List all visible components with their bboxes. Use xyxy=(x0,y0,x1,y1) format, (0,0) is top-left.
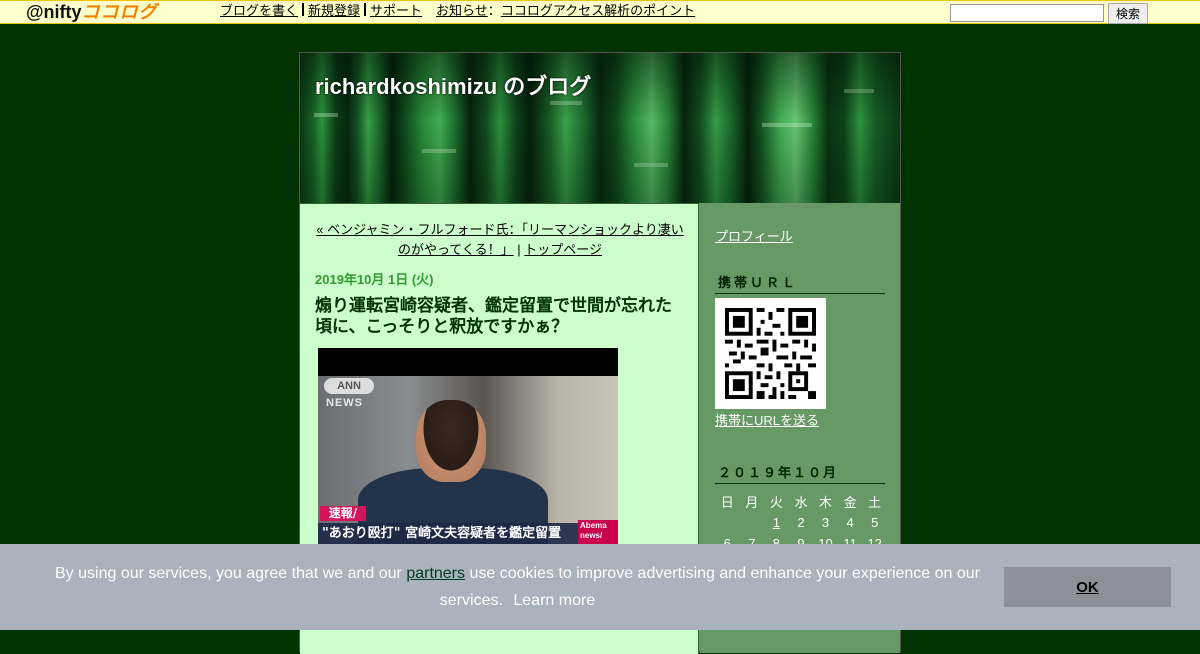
register-link[interactable]: 新規登録 xyxy=(308,3,360,18)
calendar-day: 3 xyxy=(821,515,830,530)
calendar-heading: ２０１９年１０月 xyxy=(715,462,885,484)
calendar-day xyxy=(715,512,740,533)
partners-link[interactable]: partners xyxy=(406,565,465,582)
calendar-day xyxy=(740,512,765,533)
entry-navigation: « ベンジャミン・フルフォード氏：「リーマンショックより凄いのがやってくる！」 … xyxy=(315,220,685,260)
news-colon: ： xyxy=(487,3,501,18)
cookie-consent-banner: By using our services, you agree that we… xyxy=(0,544,1200,630)
logo-brand: ココログ xyxy=(81,2,158,22)
support-link[interactable]: サポート xyxy=(370,3,422,18)
news-caption: "あおり殴打" 宮崎文夫容疑者を鑑定留置 xyxy=(318,523,618,545)
previous-entry-link[interactable]: « ベンジャミン・フルフォード氏：「リーマンショックより凄いのがやってくる！」 xyxy=(316,222,683,257)
bamboo-banner: richardkoshimizu のブログ xyxy=(300,53,900,203)
weekday-tue: 火 xyxy=(769,495,783,510)
calendar-week: 1 2 3 4 5 xyxy=(715,512,887,533)
search-input[interactable] xyxy=(950,4,1104,22)
weekday-mon: 月 xyxy=(745,495,759,510)
calendar-day[interactable]: 1 xyxy=(764,512,789,533)
weekday-sun: 日 xyxy=(720,495,734,510)
write-blog-link[interactable]: ブログを書く xyxy=(220,3,298,18)
nav-divider xyxy=(302,3,305,16)
learn-more-link[interactable]: Learn more xyxy=(513,592,595,609)
mobile-url-heading: 携帯ＵＲＬ xyxy=(715,272,885,294)
abema-news-logo: Abema news/ xyxy=(578,520,618,544)
news-screenshot-image[interactable]: ANN NEWS 速報/ "あおり殴打" 宮崎文夫容疑者を鑑定留置 Abema … xyxy=(318,348,618,548)
calendar-day-link[interactable]: 1 xyxy=(773,515,780,530)
news-link[interactable]: ココログアクセス解析のポイント xyxy=(501,3,695,18)
weekday-wed: 水 xyxy=(794,495,808,510)
top-bar: @niftyココログ ブログを書く 新規登録 サポート お知らせ：ココログアクセス解析… xyxy=(0,0,1200,24)
blog-title[interactable]: richardkoshimizu のブログ xyxy=(315,69,591,101)
top-nav: ブログを書く 新規登録 サポート お知らせ：ココログアクセス解析のポイント xyxy=(220,3,695,19)
news-logo-text: NEWS xyxy=(326,397,363,409)
cookie-message: By using our services, you agree that we… xyxy=(40,560,995,614)
cookie-ok-button[interactable]: OK xyxy=(1004,567,1171,607)
qr-code-icon xyxy=(725,308,816,399)
qr-code xyxy=(715,298,826,409)
weekday-thu: 木 xyxy=(819,495,833,510)
search-button[interactable]: 検索 xyxy=(1108,3,1148,24)
ann-logo: ANN xyxy=(324,378,374,394)
calendar-day: 2 xyxy=(797,515,805,530)
calendar-weekdays: 日 月 火 水 木 金 土 xyxy=(715,491,887,512)
breaking-news-tag: 速報/ xyxy=(320,506,366,521)
weekday-fri: 金 xyxy=(843,495,857,510)
logo-prefix: @nifty xyxy=(26,2,82,22)
nifty-cocolog-logo[interactable]: @niftyココログ xyxy=(26,2,158,22)
calendar-day: 5 xyxy=(871,515,879,530)
cookie-text-before: By using our services, you agree that we… xyxy=(55,565,402,582)
profile-link[interactable]: プロフィール xyxy=(715,226,793,245)
top-page-link[interactable]: トップページ xyxy=(524,242,602,257)
news-label-link[interactable]: お知らせ xyxy=(436,3,488,18)
nav-divider xyxy=(364,3,367,16)
calendar-day: 4 xyxy=(846,515,854,530)
entry-date: 2019年10月 1日 (火) xyxy=(315,272,434,287)
entry-title: 煽り運転宮崎容疑者、鑑定留置で世間が忘れた頃に、こっそりと釈放ですかぁ？ xyxy=(315,296,672,336)
send-url-to-mobile-link[interactable]: 携帯にURLを送る xyxy=(715,410,819,429)
nav-separator: | xyxy=(517,242,521,257)
weekday-sat: 土 xyxy=(868,495,882,510)
